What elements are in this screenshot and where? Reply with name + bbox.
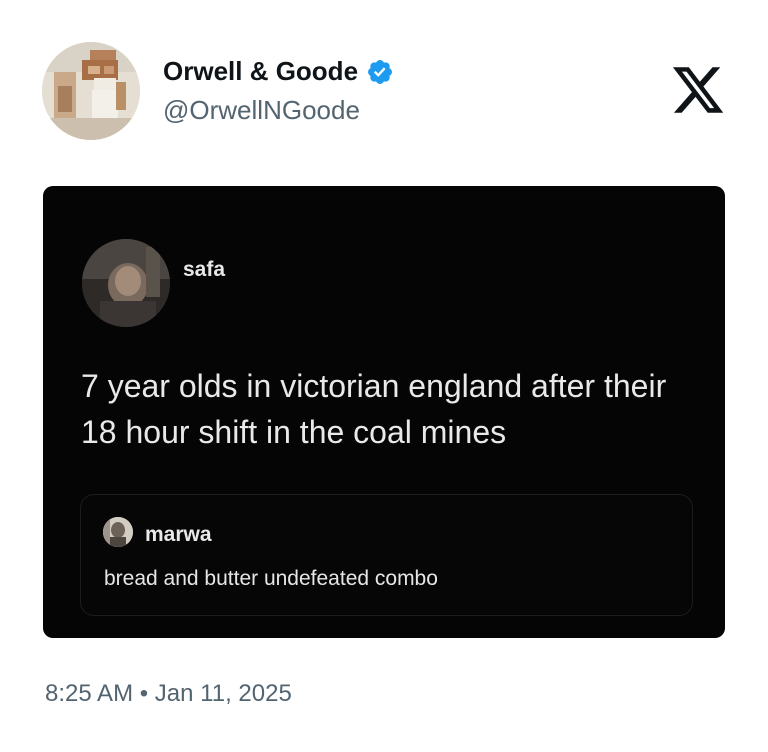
- author-avatar[interactable]: [42, 42, 140, 140]
- x-logo-icon[interactable]: [670, 62, 726, 118]
- reply-text: bread and butter undefeated combo: [104, 567, 438, 590]
- embedded-image[interactable]: safa 7 year olds in victorian england af…: [43, 186, 725, 638]
- quoted-reply: marwa bread and butter undefeated combo: [80, 494, 693, 616]
- safa-name: safa: [183, 258, 226, 281]
- embedded-post-text: 7 year olds in victorian england after t…: [81, 368, 667, 450]
- tweet-timestamp[interactable]: 8:25 AM • Jan 11, 2025: [45, 680, 292, 708]
- tweet-card: Orwell & Goode @OrwellNGoode safa 7 year…: [0, 0, 768, 752]
- marwa-avatar-image: [103, 517, 133, 547]
- safa-avatar: [82, 239, 170, 327]
- author-display-name[interactable]: Orwell & Goode: [163, 56, 358, 87]
- author-handle[interactable]: @OrwellNGoode: [163, 95, 360, 126]
- marwa-avatar: [103, 517, 133, 547]
- marwa-name: marwa: [145, 523, 212, 546]
- verified-badge-icon: [368, 59, 392, 84]
- author-name-row[interactable]: Orwell & Goode: [163, 56, 394, 87]
- dog-avatar-image: [42, 42, 140, 140]
- safa-avatar-image: [82, 239, 170, 327]
